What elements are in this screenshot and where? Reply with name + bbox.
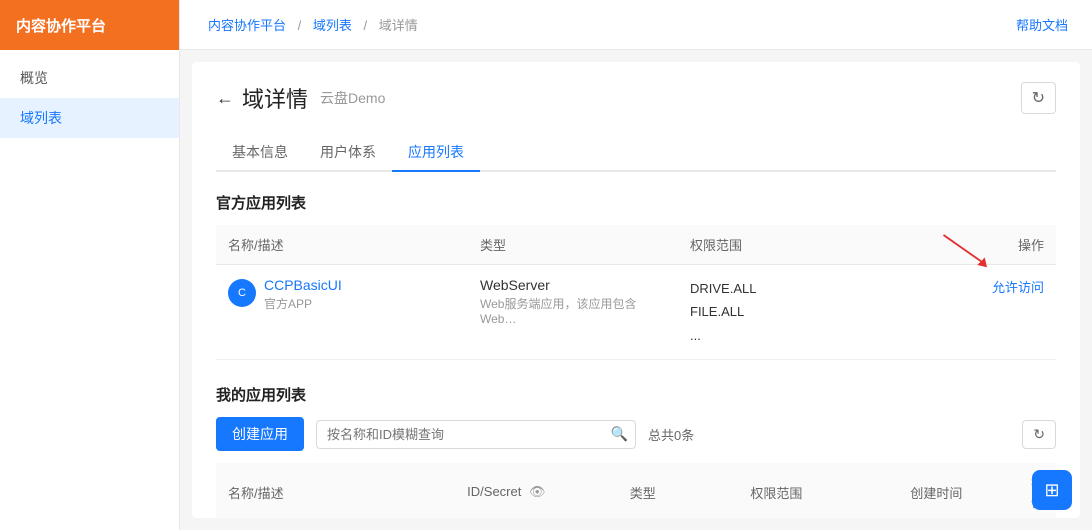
grid-icon-button[interactable]: ⊞ xyxy=(1032,470,1072,510)
col-id-label: ID/Secret xyxy=(467,484,521,499)
col-header-name: 名称/描述 xyxy=(216,225,468,265)
my-col-time: 创建时间 xyxy=(898,463,1019,518)
scope-line3: ... xyxy=(690,324,876,347)
app-desc: 官方APP xyxy=(264,295,342,312)
breadcrumb: 内容协作平台 / 域列表 / 域详情 xyxy=(204,15,422,34)
app-type-name: WebServer xyxy=(480,277,666,293)
allow-access-link[interactable]: 允许访问 xyxy=(992,280,1044,295)
sidebar-item-domain-list[interactable]: 域列表 xyxy=(0,98,179,138)
sidebar-item-overview[interactable]: 概览 xyxy=(0,58,179,98)
my-col-id: ID/Secret 👁 xyxy=(455,463,618,518)
help-link[interactable]: 帮助文档 xyxy=(1016,15,1068,34)
sidebar-menu: 概览 域列表 xyxy=(0,50,179,138)
sidebar-item-label: 域列表 xyxy=(20,110,62,126)
tab-user-system[interactable]: 用户体系 xyxy=(304,134,392,172)
sidebar-logo-text: 内容协作平台 xyxy=(16,15,106,36)
grid-icon: ⊞ xyxy=(1044,480,1059,501)
search-input[interactable] xyxy=(316,420,636,449)
search-box: 🔍 xyxy=(316,420,636,449)
official-apps-table: 名称/描述 类型 权限范围 操作 C CCPBasicUI 官方APP xyxy=(216,225,1056,360)
search-icon: 🔍 xyxy=(611,426,628,443)
app-scope: DRIVE.ALL FILE.ALL ... xyxy=(690,277,876,347)
back-button[interactable]: ← xyxy=(216,88,234,109)
app-type-cell: WebServer Web服务端应用，该应用包含Web… xyxy=(468,265,678,360)
tab-app-list[interactable]: 应用列表 xyxy=(392,134,480,172)
my-col-scope: 权限范围 xyxy=(738,463,898,518)
app-name: CCPBasicUI xyxy=(264,277,342,293)
breadcrumb-current: 域详情 xyxy=(379,18,418,33)
create-app-button[interactable]: 创建应用 xyxy=(216,417,304,451)
table-row: C CCPBasicUI 官方APP WebServer Web服务端应用，该应… xyxy=(216,265,1056,360)
content-area: ← 域详情 云盘Demo ↻ 基本信息 用户体系 应用列表 官方应用列表 名称/… xyxy=(192,62,1080,518)
page-header: ← 域详情 云盘Demo ↻ xyxy=(216,82,1056,114)
app-scope-cell: DRIVE.ALL FILE.ALL ... xyxy=(678,265,888,360)
scope-line2: FILE.ALL xyxy=(690,300,876,323)
sidebar-logo: 内容协作平台 xyxy=(0,0,179,50)
app-name-cell: C CCPBasicUI 官方APP xyxy=(216,265,468,360)
breadcrumb-sep1: / xyxy=(298,18,302,33)
my-apps-title: 我的应用列表 xyxy=(216,384,1056,405)
scope-line1: DRIVE.ALL xyxy=(690,277,876,300)
eye-icon[interactable]: 👁 xyxy=(529,484,546,499)
topbar: 内容协作平台 / 域列表 / 域详情 帮助文档 xyxy=(180,0,1092,50)
my-col-name: 名称/描述 xyxy=(216,463,455,518)
total-count: 总共0条 xyxy=(648,425,694,444)
col-header-scope: 权限范围 xyxy=(678,225,888,265)
sidebar: 内容协作平台 概览 域列表 xyxy=(0,0,180,530)
breadcrumb-domain-list[interactable]: 域列表 xyxy=(313,18,352,33)
main-area: 内容协作平台 / 域列表 / 域详情 帮助文档 ← 域详情 云盘Demo ↻ 基… xyxy=(180,0,1092,530)
my-apps-toolbar: 创建应用 🔍 总共0条 ↻ xyxy=(216,417,1056,451)
col-header-type: 类型 xyxy=(468,225,678,265)
app-icon: C xyxy=(228,279,256,307)
breadcrumb-sep2: / xyxy=(364,18,368,33)
app-action-cell: 允许访问 xyxy=(888,265,1056,360)
page-subtitle: 云盘Demo xyxy=(320,88,385,108)
official-apps-title: 官方应用列表 xyxy=(216,192,1056,213)
my-apps-refresh-button[interactable]: ↻ xyxy=(1022,420,1056,449)
page-title: 域详情 xyxy=(242,82,308,114)
my-apps-table: 名称/描述 ID/Secret 👁 类型 权限范围 创建时间 操作 没有数据 xyxy=(216,463,1056,518)
app-type-desc: Web服务端应用，该应用包含Web… xyxy=(480,295,666,326)
breadcrumb-home[interactable]: 内容协作平台 xyxy=(208,18,286,33)
tab-basic[interactable]: 基本信息 xyxy=(216,134,304,172)
my-col-type: 类型 xyxy=(618,463,739,518)
tabs: 基本信息 用户体系 应用列表 xyxy=(216,134,1056,172)
page-refresh-button[interactable]: ↻ xyxy=(1021,82,1056,114)
col-header-action: 操作 xyxy=(888,225,1056,265)
sidebar-item-label: 概览 xyxy=(20,70,48,86)
